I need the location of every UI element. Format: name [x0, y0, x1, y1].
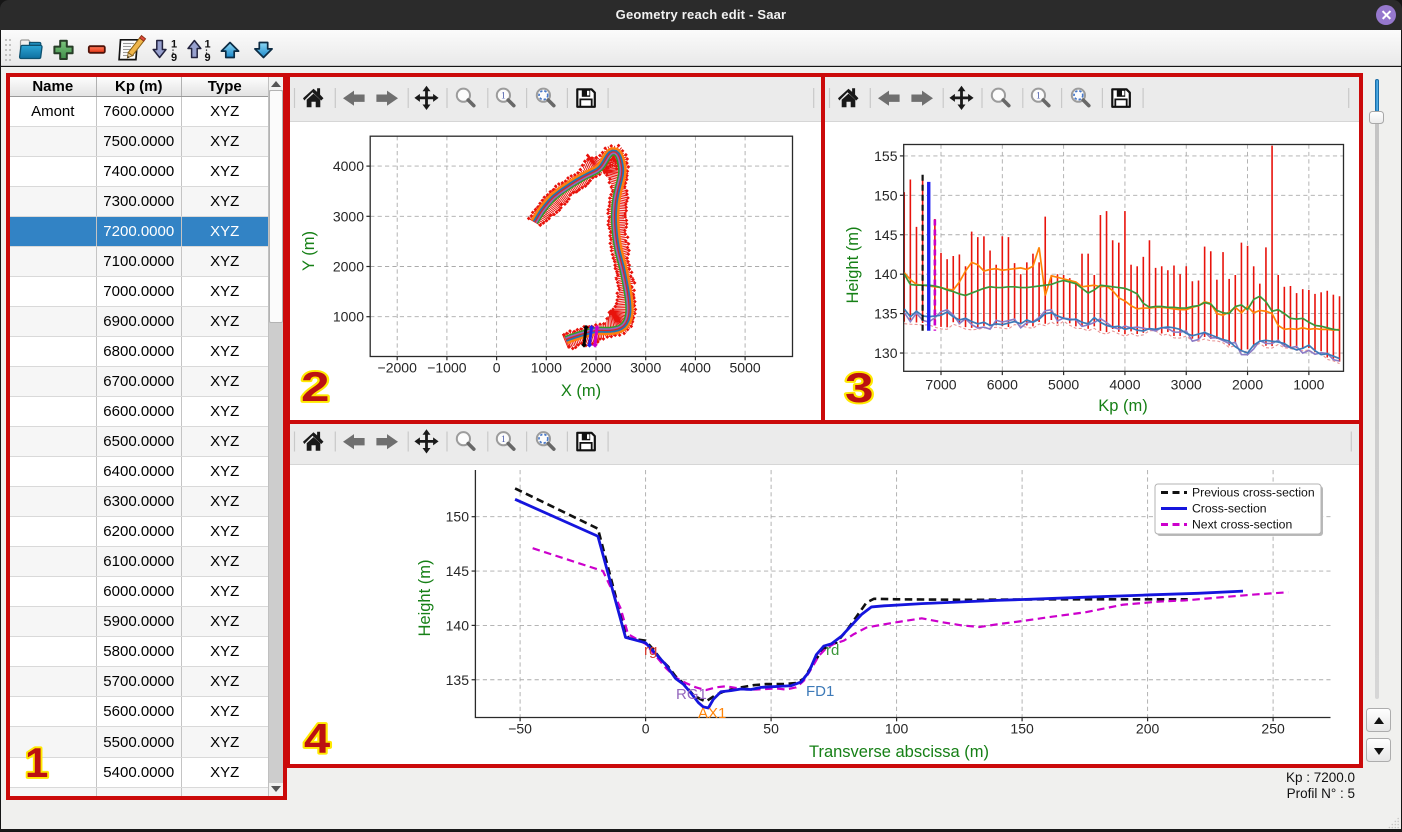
svg-text:1: 1: [171, 39, 177, 51]
svg-text:9: 9: [171, 52, 177, 64]
svg-text:1: 1: [205, 39, 211, 51]
svg-text:9: 9: [205, 52, 211, 64]
